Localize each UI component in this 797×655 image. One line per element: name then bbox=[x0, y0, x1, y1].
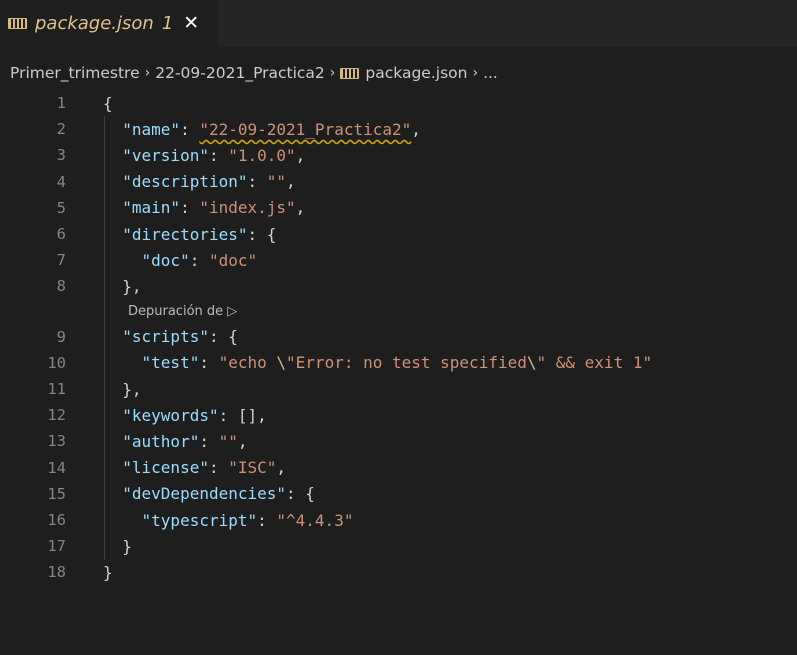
code-text: "doc": "doc" bbox=[141, 250, 258, 270]
tab-title: package.json bbox=[35, 13, 154, 34]
tab-problem-count: 1 bbox=[161, 13, 174, 34]
code-text: } bbox=[103, 536, 132, 556]
code-text: "devDependencies": { bbox=[122, 484, 315, 504]
breadcrumb: Primer_trimestre › 22-09-2021_Practica2 … bbox=[0, 58, 797, 88]
code-line[interactable]: 8 }, bbox=[0, 273, 797, 299]
line-number: 8 bbox=[56, 277, 66, 296]
code-text: "directories": { bbox=[122, 224, 277, 244]
line-number: 2 bbox=[56, 120, 66, 139]
code-text: "typescript": "^4.4.3" bbox=[141, 510, 354, 530]
code-line[interactable]: 16 "typescript": "^4.4.3" bbox=[0, 507, 797, 533]
json-file-icon bbox=[8, 18, 27, 29]
code-line[interactable]: 15 "devDependencies": { bbox=[0, 481, 797, 507]
indent-guide bbox=[104, 116, 105, 560]
breadcrumb-item-symbols[interactable]: ... bbox=[483, 64, 498, 82]
line-number: 1 bbox=[56, 94, 66, 112]
code-line[interactable]: 3 "version": "1.0.0", bbox=[0, 142, 797, 168]
code-line[interactable]: 1{ bbox=[0, 90, 797, 116]
line-number: 17 bbox=[47, 537, 66, 556]
code-line[interactable]: 6 "directories": { bbox=[0, 221, 797, 247]
editor-tab-bar: package.json 1 ✕ bbox=[0, 0, 797, 47]
code-line[interactable]: 12 "keywords": [], bbox=[0, 402, 797, 428]
code-line[interactable]: 2 "name": "22-09-2021_Practica2", bbox=[0, 116, 797, 142]
code-line[interactable]: 5 "main": "index.js", bbox=[0, 195, 797, 221]
code-line[interactable]: 4 "description": "", bbox=[0, 169, 797, 195]
code-text: "keywords": [], bbox=[122, 405, 267, 425]
line-number: 6 bbox=[56, 225, 66, 243]
line-number: 18 bbox=[47, 563, 66, 582]
line-number: 3 bbox=[56, 146, 66, 165]
code-text: "description": "", bbox=[122, 172, 296, 192]
code-text: } bbox=[103, 562, 113, 582]
line-number: 13 bbox=[47, 432, 66, 451]
code-editor[interactable]: 1{2 "name": "22-09-2021_Practica2", 3 "ve… bbox=[0, 90, 797, 655]
code-text: "test": "echo \"Error: no test specified… bbox=[141, 353, 653, 373]
chevron-right-icon: › bbox=[472, 65, 479, 81]
code-line[interactable]: 7 "doc": "doc" bbox=[0, 247, 797, 273]
line-number: 12 bbox=[47, 406, 66, 425]
code-text: }, bbox=[103, 379, 142, 399]
line-number: 9 bbox=[56, 327, 66, 346]
codelens-label[interactable]: Depuración de ▷ bbox=[128, 304, 237, 319]
code-line[interactable]: 11 }, bbox=[0, 376, 797, 402]
code-line[interactable]: 14 "license": "ISC", bbox=[0, 455, 797, 481]
breadcrumb-item-folder[interactable]: Primer_trimestre bbox=[10, 64, 140, 82]
breadcrumb-item-subfolder[interactable]: 22-09-2021_Practica2 bbox=[155, 64, 325, 82]
code-text: }, bbox=[103, 276, 142, 296]
code-text: "main": "index.js", bbox=[122, 198, 306, 218]
line-number: 10 bbox=[47, 353, 66, 372]
line-number: 5 bbox=[56, 198, 66, 217]
code-line[interactable]: 13 "author": "", bbox=[0, 428, 797, 454]
line-number: 11 bbox=[47, 380, 66, 398]
code-line[interactable]: 18} bbox=[0, 559, 797, 585]
codelens-debug[interactable]: Depuración de ▷ bbox=[0, 300, 797, 324]
line-number: 16 bbox=[47, 511, 66, 529]
code-line[interactable]: 10 "test": "echo \"Error: no test specif… bbox=[0, 350, 797, 376]
code-line[interactable]: 9 "scripts": { bbox=[0, 324, 797, 350]
code-text: "version": "1.0.0", bbox=[122, 145, 306, 165]
breadcrumb-item-file[interactable]: package.json bbox=[365, 64, 467, 82]
code-text: "author": "", bbox=[122, 431, 248, 451]
line-number: 4 bbox=[56, 172, 66, 191]
code-text: "scripts": { bbox=[122, 327, 238, 347]
chevron-right-icon: › bbox=[329, 65, 336, 81]
code-text: "license": "ISC", bbox=[122, 458, 287, 478]
code-text: "name": "22-09-2021_Practica2", bbox=[122, 119, 421, 139]
close-icon[interactable]: ✕ bbox=[183, 14, 199, 33]
chevron-right-icon: › bbox=[144, 65, 151, 81]
line-number: 7 bbox=[56, 251, 66, 270]
line-number: 14 bbox=[47, 458, 66, 477]
line-number: 15 bbox=[47, 484, 66, 503]
code-line[interactable]: 17 } bbox=[0, 533, 797, 559]
tab-package-json[interactable]: package.json 1 ✕ bbox=[0, 0, 218, 47]
code-text: { bbox=[103, 93, 113, 113]
json-file-icon bbox=[340, 67, 360, 79]
